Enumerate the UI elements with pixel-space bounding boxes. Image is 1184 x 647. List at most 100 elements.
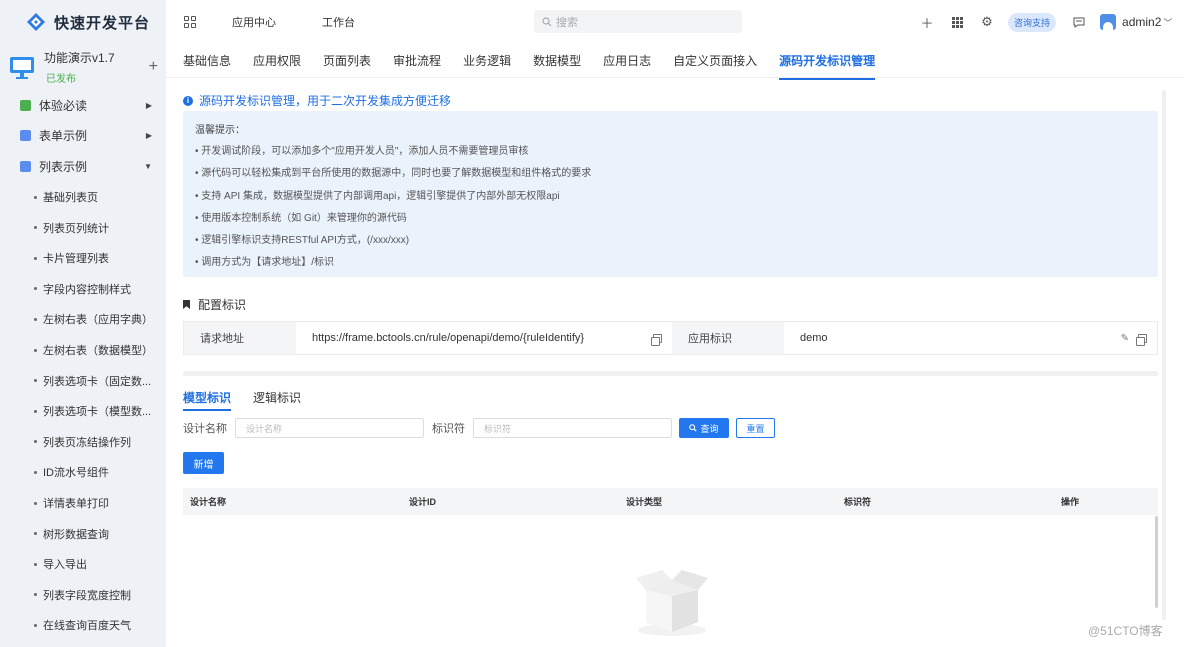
sidebar-item-label: 列表选项卡（固定数... — [43, 375, 152, 388]
sidebar-item[interactable]: ID流水号组件 — [0, 457, 166, 488]
copy-icon[interactable] — [1136, 333, 1147, 346]
sidebar-item-label: 列表页列统计 — [43, 222, 109, 235]
tips-panel: 温馨提示： • 开发调试阶段，可以添加多个"应用开发人员"，添加人员不需要管理员… — [183, 111, 1158, 277]
query-button-label: 查询 — [700, 423, 719, 434]
tab[interactable]: 源码开发标识管理 — [779, 52, 876, 80]
bullet-icon — [34, 409, 37, 413]
search-icon — [689, 424, 698, 432]
sidebar-item-label: 卡片管理列表 — [43, 253, 109, 266]
sidebar-item[interactable]: 列表选项卡（固定数... — [0, 365, 166, 396]
page-scrollbar[interactable] — [1162, 90, 1166, 620]
identifier-placeholder: 标识符 — [484, 423, 512, 434]
grid-menu-icon[interactable] — [952, 16, 963, 28]
sidebar-item[interactable]: 左树右表（应用字典） — [0, 304, 166, 335]
username[interactable]: admin2 — [1122, 15, 1161, 29]
sidebar-item[interactable]: 列表页列统计 — [0, 212, 166, 243]
folder-icon — [20, 99, 31, 111]
sidebar-item-label: 树形数据查询 — [43, 528, 109, 541]
logo[interactable]: 快速开发平台 — [0, 0, 166, 44]
tab[interactable]: 数据模型 — [533, 52, 581, 74]
message-icon[interactable] — [1073, 17, 1085, 28]
bullet-icon — [34, 195, 37, 199]
search-icon — [542, 16, 552, 26]
bookmark-icon — [183, 300, 190, 309]
query-button[interactable]: 查询 — [679, 418, 729, 438]
subtab[interactable]: 模型标识 — [183, 389, 232, 411]
reset-button[interactable]: 重置 — [736, 418, 775, 438]
bullet-icon — [34, 440, 37, 444]
help-support-button[interactable]: 咨询支持 — [1008, 12, 1057, 32]
brand-name: 快速开发平台 — [54, 14, 151, 32]
table-scrollbar[interactable] — [1155, 516, 1158, 608]
chevron-down-icon[interactable]: ﹀ — [1163, 16, 1172, 29]
app-id-label: 应用标识 — [672, 322, 784, 354]
topnav-workbench[interactable]: 工作台 — [322, 14, 355, 30]
url-label: 请求地址 — [184, 322, 296, 354]
gear-icon[interactable]: ⚙ — [980, 14, 994, 29]
sidebar-item[interactable]: 字段内容控制样式 — [0, 274, 166, 305]
tip-line: • 开发调试阶段，可以添加多个"应用开发人员"，添加人员不需要管理员审核 — [195, 146, 529, 157]
sidebar-item[interactable]: 列表页冻结操作列 — [0, 427, 166, 458]
app-tabs: 基础信息 应用权限 页面列表 审批流程 业务逻辑 数据模型 应用日志 自定义页面接入 源码开发标… — [183, 52, 897, 80]
sidebar-group-1[interactable]: 表单示例 ▶ — [0, 121, 166, 152]
topbar-actions: ＋ ⚙ 咨询支持 admin2 ﹀ — [754, 0, 1172, 44]
table-column-header: 设计类型 — [626, 497, 663, 507]
design-name-placeholder: 设计名称 — [246, 423, 283, 434]
caret-right-icon: ▶ — [145, 100, 152, 110]
tab[interactable]: 页面列表 — [323, 52, 371, 74]
sidebar-item[interactable]: 列表选项卡（模型数... — [0, 396, 166, 427]
search-input[interactable]: 搜索 — [534, 10, 742, 33]
identifier-input[interactable]: 标识符 — [473, 418, 672, 438]
config-row: 请求地址 https://frame.bctools.cn/rule/opena… — [183, 321, 1158, 355]
sidebar-item[interactable]: 导入导出 — [0, 549, 166, 580]
apps-grid-icon[interactable] — [184, 16, 196, 28]
design-name-input[interactable]: 设计名称 — [235, 418, 424, 438]
app-status-badge: 已发布 — [46, 74, 76, 85]
url-value: https://frame.bctools.cn/rule/openapi/de… — [296, 322, 672, 354]
add-button[interactable]: 新增 — [183, 452, 224, 474]
identifier-label: 标识符 — [432, 423, 465, 435]
info-icon: i — [183, 95, 193, 106]
tip-line: • 逻辑引擎标识支持RESTful API方式，(/xxx/xxx) — [195, 235, 410, 247]
edit-icon[interactable]: ✎ — [1121, 333, 1129, 344]
add-app-button[interactable]: + — [149, 58, 158, 76]
bullet-icon — [34, 287, 37, 291]
tab[interactable]: 应用权限 — [253, 52, 301, 74]
tab[interactable]: 业务逻辑 — [463, 52, 511, 74]
section-title: i 源码开发标识管理，用于二次开发集成方便迁移 — [183, 92, 451, 109]
plus-icon[interactable]: ＋ — [920, 15, 934, 31]
bullet-icon — [34, 317, 37, 321]
tab[interactable]: 应用日志 — [603, 52, 651, 74]
sidebar-item[interactable]: 在线查询百度天气 — [0, 610, 166, 641]
monitor-icon — [10, 57, 34, 79]
sidebar-item[interactable]: 详情表单打印 — [0, 488, 166, 519]
tab[interactable]: 基础信息 — [183, 52, 231, 74]
caret-right-icon: ▶ — [145, 131, 152, 141]
section-divider — [183, 371, 1158, 376]
sidebar-item-label: 基础列表页 — [43, 192, 98, 205]
app-card[interactable]: 功能演示v1.7 已发布 + — [0, 44, 166, 90]
sidebar-item[interactable]: 基础列表页 — [0, 182, 166, 213]
sidebar-group-2[interactable]: 列表示例 ▼ — [0, 151, 166, 182]
table-column-header: 设计名称 — [190, 497, 227, 507]
sidebar-group-0[interactable]: 体验必读 ▶ — [0, 90, 166, 121]
logo-icon — [27, 13, 45, 31]
url-value-text: https://frame.bctools.cn/rule/openapi/de… — [312, 332, 585, 344]
folder-icon — [20, 160, 31, 172]
tab[interactable]: 审批流程 — [393, 52, 441, 74]
avatar[interactable] — [1100, 14, 1117, 30]
subtab[interactable]: 逻辑标识 — [253, 389, 301, 406]
table-column-header: 标识符 — [844, 497, 872, 507]
identity-tabs: 模型标识 逻辑标识 — [183, 389, 301, 411]
sidebar-item[interactable]: 左树右表（数据模型） — [0, 335, 166, 366]
topnav-app-center[interactable]: 应用中心 — [232, 14, 276, 30]
sidebar-item[interactable]: 列表字段宽度控制 — [0, 580, 166, 611]
sidebar-item[interactable]: 卡片管理列表 — [0, 243, 166, 274]
sidebar-item[interactable]: 树形数据查询 — [0, 518, 166, 549]
bullet-icon — [34, 226, 37, 230]
tip-line: • 使用版本控制系统（如 Git）来管理你的源代码 — [195, 212, 407, 224]
copy-icon[interactable] — [651, 333, 662, 346]
sidebar: 快速开发平台 功能演示v1.7 已发布 + 体验必读 ▶ 表单示例 ▶ 列表示例 ▼ 基础列… — [0, 0, 166, 647]
tab[interactable]: 自定义页面接入 — [673, 52, 757, 74]
caret-down-icon: ▼ — [144, 161, 152, 171]
